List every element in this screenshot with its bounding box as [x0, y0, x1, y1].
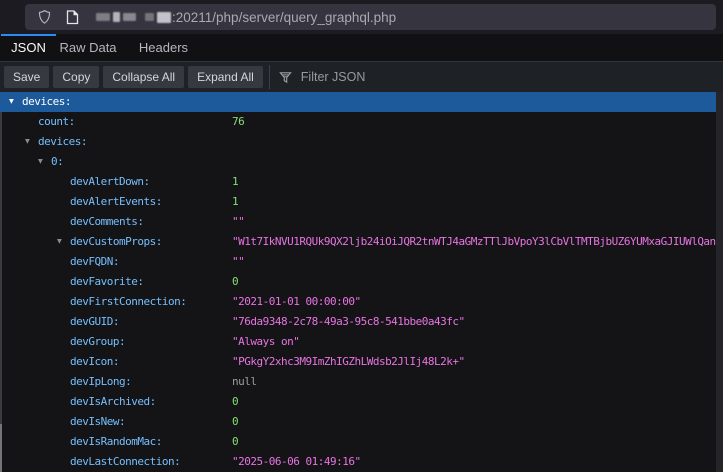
json-rows: count:76▼devices:▼0:devAlertDown:1devAle… — [0, 112, 716, 472]
json-row[interactable]: devGroup: "Always on" — [0, 332, 716, 352]
json-row[interactable]: devLastConnection: "2025-06-06 01:49:16" — [0, 452, 716, 472]
twisty-icon[interactable]: ▼ — [25, 132, 38, 152]
json-value: 76 — [232, 112, 244, 132]
json-row[interactable]: ▼0: — [0, 152, 716, 172]
json-value: 0 — [232, 272, 238, 292]
tab-json[interactable]: JSON — [0, 34, 57, 61]
jsonviewer-toolbar: Save Copy Collapse All Expand All — [0, 62, 723, 92]
json-row[interactable]: ▼devCustomProps: "W1t7IkNVU1RQUk9QX2ljb24… — [0, 232, 716, 252]
expand-all-button[interactable]: Expand All — [188, 66, 263, 88]
json-value: 0 — [232, 412, 238, 432]
json-key: devIcon: — [70, 355, 119, 368]
json-value: "PGkgY2xhc3M9ImZhIGZhLWdsb2JlIj48L2k+" — [232, 352, 465, 372]
json-value: 1 — [232, 172, 238, 192]
json-row[interactable]: devIpLong: null — [0, 372, 716, 392]
json-value: 0 — [232, 392, 238, 412]
json-value: 0 — [232, 432, 238, 452]
active-tab-indicator — [1, 34, 56, 36]
json-row[interactable]: devFavorite: 0 — [0, 272, 716, 292]
json-value: 1 — [232, 192, 238, 212]
json-key: devAlertEvents: — [70, 195, 162, 208]
tab-headers-label: Headers — [139, 40, 188, 55]
json-key: devComments: — [70, 215, 143, 228]
url-text[interactable]: :20211/php/server/query_graphql.php — [172, 10, 396, 25]
json-key: devIsRandomMac: — [70, 435, 162, 448]
tab-headers[interactable]: Headers — [125, 34, 202, 61]
twisty-icon[interactable]: ▼ — [38, 152, 51, 172]
tab-json-label: JSON — [11, 40, 46, 55]
json-key: devices: — [22, 95, 71, 108]
json-root-row[interactable]: ▼devices: — [0, 92, 716, 112]
json-key: 0: — [51, 155, 63, 168]
json-row[interactable]: devIcon: "PGkgY2xhc3M9ImZhIGZhLWdsb2JlIj4… — [0, 352, 716, 372]
twisty-icon[interactable]: ▼ — [57, 232, 70, 252]
json-row[interactable]: devIsRandomMac: 0 — [0, 432, 716, 452]
json-value: "76da9348-2c78-49a3-95c8-541bbe0a43fc" — [232, 312, 465, 332]
page-icon[interactable] — [62, 10, 82, 25]
jsonviewer-tabbar: JSON Raw Data Headers — [0, 34, 723, 62]
json-key: devIsArchived: — [70, 395, 156, 408]
json-key: devCustomProps: — [70, 235, 162, 248]
vertical-scrollbar[interactable] — [716, 92, 723, 472]
json-value: "Always on" — [232, 332, 299, 352]
json-row[interactable]: devAlertDown: 1 — [0, 172, 716, 192]
browser-chrome: :20211/php/server/query_graphql.php — [0, 0, 723, 34]
json-row[interactable]: devComments: "" — [0, 212, 716, 232]
json-key: devGUID: — [70, 315, 119, 328]
json-value: "" — [232, 252, 244, 272]
json-key: devices: — [38, 135, 87, 148]
funnel-icon — [279, 71, 292, 84]
json-value: "2021-01-01 00:00:00" — [232, 292, 361, 312]
json-row[interactable]: devFQDN: "" — [0, 252, 716, 272]
json-key: devLastConnection: — [70, 455, 180, 468]
save-button[interactable]: Save — [4, 66, 49, 88]
json-key: devFavorite: — [70, 275, 143, 288]
collapse-all-button[interactable]: Collapse All — [103, 66, 184, 88]
json-key: devGroup: — [70, 335, 125, 348]
json-key: devAlertDown: — [70, 175, 150, 188]
json-value: null — [232, 372, 257, 392]
json-row[interactable]: devGUID: "76da9348-2c78-49a3-95c8-541bbe0… — [0, 312, 716, 332]
json-row[interactable]: devIsArchived: 0 — [0, 392, 716, 412]
json-row[interactable]: devAlertEvents: 1 — [0, 192, 716, 212]
json-value: "W1t7IkNVU1RQUk9QX2ljb24iOiJQR2tnWTJ4aGM… — [232, 232, 716, 252]
left-edge-line — [0, 112, 2, 424]
filter-json-input[interactable] — [299, 69, 723, 85]
tab-raw-data[interactable]: Raw Data — [57, 34, 119, 61]
json-tree: ▼devices: count:76▼devices:▼0:devAlertDo… — [0, 92, 716, 472]
json-row[interactable]: ▼devices: — [0, 132, 716, 152]
json-value: "" — [232, 212, 244, 232]
json-key: devIpLong: — [70, 375, 131, 388]
json-row[interactable]: devIsNew: 0 — [0, 412, 716, 432]
json-key: devIsNew: — [70, 415, 125, 428]
copy-button[interactable]: Copy — [53, 66, 99, 88]
json-row[interactable]: devFirstConnection: "2021-01-01 00:00:00" — [0, 292, 716, 312]
json-key: count: — [38, 115, 75, 128]
left-edge-line-bright — [0, 424, 2, 472]
tab-raw-data-label: Raw Data — [59, 40, 116, 55]
json-value: "2025-06-06 01:49:16" — [232, 452, 361, 472]
toolbar-separator — [269, 65, 270, 89]
redacted-host — [96, 12, 171, 23]
json-key: devFQDN: — [70, 255, 119, 268]
twisty-icon[interactable]: ▼ — [9, 92, 22, 112]
json-row[interactable]: count: 76 — [0, 112, 716, 132]
json-key: devFirstConnection: — [70, 295, 186, 308]
shield-icon[interactable] — [34, 9, 54, 25]
url-bar[interactable]: :20211/php/server/query_graphql.php — [25, 4, 716, 30]
